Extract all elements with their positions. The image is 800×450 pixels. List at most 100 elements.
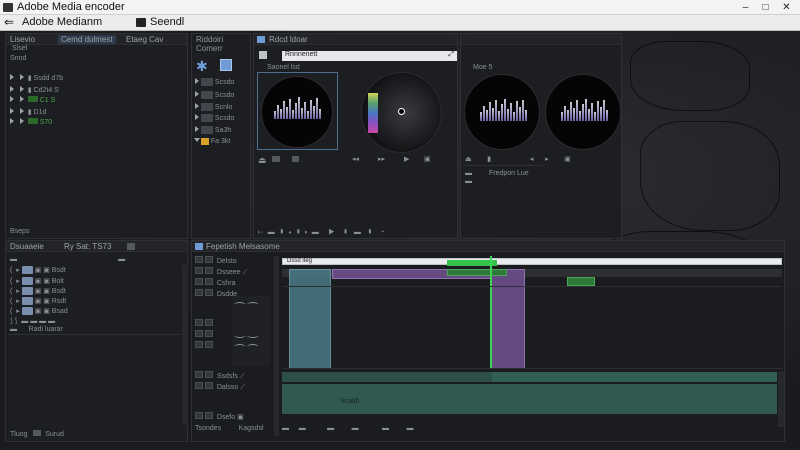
disclosure-triangle-icon[interactable]	[10, 86, 14, 92]
expand-icon[interactable]: ⤢	[448, 51, 454, 59]
list-item[interactable]: ▮ D1d	[10, 108, 180, 118]
source-filename-field[interactable]: Rnnnenett ⤢	[282, 51, 457, 61]
track-header[interactable]: Dsefo ▣	[195, 412, 244, 422]
mixer-footer: Tluog Surud	[10, 430, 64, 440]
mixer-track[interactable]: ( ▸ ▣ ▣ Bsdt	[10, 287, 66, 297]
volume-slider[interactable]	[21, 287, 33, 296]
color-wheel[interactable]	[361, 72, 442, 153]
step-back-icon[interactable]: ◂◂	[352, 155, 359, 165]
track-mute[interactable]	[195, 330, 213, 340]
program-transport[interactable]: ⏏ ▮ ◂ ▸ ▣	[465, 155, 571, 165]
image-icon[interactable]	[220, 59, 232, 71]
lock-toggle[interactable]	[195, 256, 203, 263]
audio-waveform-clip[interactable]: Scaldi	[282, 384, 777, 414]
effects-item[interactable]: Sa3h	[195, 126, 231, 136]
minimize-button[interactable]: –	[738, 0, 753, 15]
footer-label: Kagsdsl	[238, 425, 264, 432]
video-clip[interactable]	[567, 277, 595, 286]
project-footer: Bseps	[10, 228, 30, 235]
effects-item[interactable]: Scsdo	[195, 114, 234, 124]
track-header[interactable]: Ssdsfs ⟋	[195, 371, 245, 381]
panel-menu-icon[interactable]	[257, 36, 265, 43]
source-monitor-header: Rdcd ldoar	[254, 34, 457, 45]
panel-menu-icon[interactable]	[195, 243, 203, 250]
timeline-scrollbar[interactable]	[778, 372, 784, 427]
track-header[interactable]: Dsdde	[195, 289, 237, 299]
loop-icon[interactable]	[292, 156, 299, 162]
maximize-button[interactable]: □	[758, 0, 773, 15]
color-picker-handle[interactable]	[398, 108, 405, 115]
source-preview	[261, 76, 333, 148]
thumb-icon[interactable]	[272, 156, 280, 162]
track-name: Dsefo	[216, 414, 236, 421]
tab-source[interactable]: Rdcd ldoar	[269, 35, 308, 44]
waveform-graphic	[480, 99, 528, 121]
effects-item[interactable]: Fa 3kt	[194, 137, 231, 147]
effects-item[interactable]: Scsdo	[195, 78, 234, 88]
waveform-graphic	[274, 97, 322, 119]
program-preview-right[interactable]	[545, 74, 621, 150]
mixer-track[interactable]: ( ▸ ▣ ▣ Bsdt	[10, 266, 66, 276]
list-item[interactable]: C1 S	[10, 96, 180, 106]
info-row: ▬	[465, 178, 472, 185]
tab-effects-control[interactable]: Etaeg Cav	[126, 35, 163, 44]
video-clip[interactable]	[289, 269, 331, 369]
effect-label: Fa 3kt	[210, 138, 231, 145]
overwrite-icon[interactable]: ▣	[424, 155, 431, 165]
track-header[interactable]: Delsto	[195, 256, 237, 266]
tab-media-browser[interactable]: Cemd dulmest	[58, 35, 116, 44]
volume-slider[interactable]	[21, 277, 33, 286]
source-transport[interactable]: ⟝ ▬ ▮ ◂ ▮ ▸ ▬ ▶ ▮ ▬ ▮ ◔	[258, 229, 384, 239]
track-mute[interactable]	[195, 319, 213, 329]
track-header[interactable]: Cshra	[195, 278, 236, 288]
list-item[interactable]: S70	[10, 118, 180, 128]
audio-clip-highlight[interactable]	[282, 372, 492, 382]
tab-project[interactable]: Lisevio	[10, 35, 35, 44]
play-icon[interactable]: ▶	[404, 155, 409, 165]
mark-in-icon[interactable]: ⏏	[258, 155, 267, 165]
color-spectrum-bar[interactable]	[368, 93, 378, 133]
close-button[interactable]: ✕	[779, 0, 794, 15]
list-item[interactable]: ▮ Cd2t4 S	[10, 86, 180, 96]
back-arrow-icon[interactable]: ⇐	[4, 15, 14, 29]
sync-toggle[interactable]	[204, 256, 213, 263]
tab-audio-track-mixer[interactable]: Ry Sat: TS73	[64, 242, 111, 251]
track-header[interactable]: Dalsso ⟋	[195, 382, 245, 392]
effects-item[interactable]: Scnlo	[195, 103, 232, 113]
video-clip[interactable]	[447, 269, 507, 276]
volume-slider[interactable]	[21, 307, 33, 316]
app-icon	[3, 3, 13, 12]
track-header-scrollbar[interactable]	[274, 256, 279, 436]
menu-item-send[interactable]: Seendl	[150, 16, 184, 28]
program-preview-left[interactable]	[464, 74, 540, 150]
keyframe-area[interactable]: ⁀ ⁀ ‿ ‿ ⁀ ⁀	[232, 296, 270, 366]
list-item[interactable]: ▮ Ssdd d7b	[10, 74, 180, 84]
mixer-track[interactable]: ( ▸ ▣ ▣ Rsdt	[10, 297, 66, 307]
footer-icon[interactable]	[33, 430, 42, 436]
menu-item-medianm[interactable]: Adobe Medianm	[22, 16, 102, 28]
video-clip[interactable]	[490, 269, 525, 369]
volume-slider[interactable]	[21, 297, 33, 306]
track-mute[interactable]	[195, 341, 213, 351]
mixer-track[interactable]: ( ▸ ▣ ▣ Bolt	[10, 277, 64, 287]
disclosure-triangle-icon[interactable]	[10, 74, 14, 80]
step-forward-icon[interactable]: ▸▸	[378, 155, 385, 165]
tab-audio-clip-mixer[interactable]: Dsuaaeie	[10, 242, 44, 251]
effects-panel: Riddoiri Comerr ✱ Scsdo Scsdo Scnlo Scsd…	[191, 33, 251, 239]
track-name: Delsto	[216, 258, 237, 265]
mixer-scrollbar[interactable]	[182, 265, 188, 425]
mixer-track[interactable]: ( ▸ ▣ ▣ Bsad	[10, 307, 68, 317]
project-panel-header: Lisevio Cemd dulmest Etaeg Cav	[6, 34, 187, 45]
panel-menu-icon[interactable]	[127, 243, 135, 250]
source-filename: Rnnnenett	[285, 51, 318, 58]
source-viewer[interactable]	[257, 72, 338, 150]
playhead[interactable]	[490, 256, 492, 368]
effects-item[interactable]: Scsdo	[195, 91, 234, 101]
volume-slider[interactable]	[21, 266, 33, 275]
timeline-ruler[interactable]: Dssd iteg	[282, 258, 782, 265]
effects-star-icon[interactable]: ✱	[196, 58, 208, 75]
effect-label: Sa3h	[214, 127, 232, 134]
track-header[interactable]: Dsseee ⟋	[195, 267, 247, 277]
timeline-zoom-controls[interactable]: ▬ ▬ ▬ ▬ ▬ ▬	[282, 425, 702, 435]
tab-sequence[interactable]: Fepetish Melsasome	[206, 242, 280, 251]
